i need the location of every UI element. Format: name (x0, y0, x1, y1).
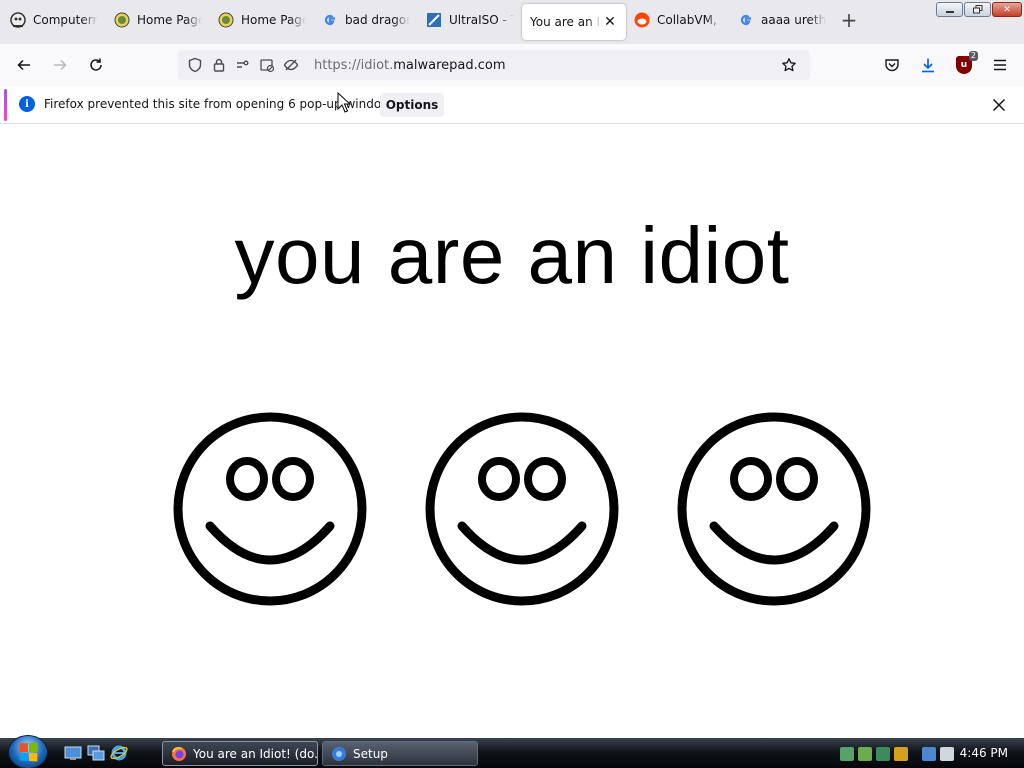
notification-accent (4, 89, 7, 121)
computernewb-icon (10, 12, 26, 28)
smiley-face-icon (677, 412, 871, 606)
taskbar-clock[interactable]: 4:46 PM (960, 746, 1008, 760)
tab-home-page-1[interactable]: Home Page (106, 0, 210, 40)
minimize-button[interactable] (936, 2, 963, 17)
switch-windows-icon[interactable] (86, 743, 106, 763)
tab-bad-dragon[interactable]: bad dragon (314, 0, 418, 40)
lock-icon[interactable] (208, 54, 230, 76)
reload-icon (90, 58, 102, 71)
firefox-icon (172, 746, 186, 761)
show-desktop-icon[interactable] (63, 743, 83, 763)
tab-collabvm[interactable]: CollabVM, a (626, 0, 730, 40)
new-tab-button[interactable]: + (834, 0, 864, 40)
tab-title: Computern (33, 13, 98, 27)
info-icon: i (19, 96, 35, 112)
internet-explorer-icon[interactable] (109, 743, 129, 763)
tray-display-icon[interactable] (922, 747, 936, 761)
tab-title: Home Page (241, 13, 306, 27)
popup-blocked-icon[interactable] (256, 54, 278, 76)
tray-security-icon[interactable] (894, 747, 908, 761)
shield-icon[interactable] (184, 54, 206, 76)
taskbar-button-firefox[interactable]: You are an Idiot! (do... (162, 741, 318, 766)
tray-network-icon[interactable] (840, 747, 854, 761)
options-button[interactable]: Options (380, 93, 444, 117)
ultraiso-icon (426, 12, 442, 28)
smiley-face-icon (425, 412, 619, 606)
windows-logo-icon (19, 742, 38, 762)
hamburger-menu-icon (994, 59, 1006, 71)
home-page-icon (114, 12, 130, 28)
tab-computernewb[interactable]: Computern (2, 0, 106, 40)
tab-title: You are an Id (530, 15, 602, 29)
pocket-icon (885, 59, 899, 72)
navigation-bar: https://idiot.malwarepad.com u 2 (0, 44, 1024, 86)
taskbar-button-setup[interactable]: Setup (322, 741, 478, 766)
tab-close-icon[interactable]: ✕ (602, 14, 618, 30)
forward-button[interactable] (42, 49, 78, 81)
taskbar-button-label: Setup (353, 746, 388, 761)
extension-badge: 2 (968, 51, 978, 61)
reddit-icon (634, 12, 650, 28)
tab-title: UltraISO - T (449, 13, 514, 27)
close-window-button[interactable]: ✕ (992, 2, 1022, 17)
permissions-icon[interactable] (232, 54, 254, 76)
screen: Computern Home Page Home Page bad dragon… (0, 0, 1024, 768)
tab-home-page-2[interactable]: Home Page (210, 0, 314, 40)
url-prefix: https://idiot. (314, 57, 394, 73)
page-content: you are an idiot (0, 125, 1024, 738)
arrow-right-icon (54, 59, 67, 71)
menu-button[interactable] (984, 49, 1016, 81)
tracking-blocked-icon[interactable] (280, 54, 302, 76)
url-bar[interactable]: https://idiot.malwarepad.com (178, 50, 810, 80)
ublock-button[interactable]: u 2 (948, 49, 980, 81)
google-icon (738, 12, 754, 28)
tab-you-are-an-idiot[interactable]: You are an Id ✕ (522, 4, 626, 40)
google-icon (322, 12, 338, 28)
tab-aaaa[interactable]: aaaa urethr (730, 0, 834, 40)
download-icon (922, 58, 934, 73)
window-controls: ✕ (936, 2, 1022, 17)
taskbar-button-label: You are an Idiot! (do... (193, 746, 318, 761)
tab-title: Home Page (137, 13, 202, 27)
reload-button[interactable] (78, 49, 114, 81)
tray-users-icon[interactable] (858, 747, 872, 761)
start-button[interactable] (8, 735, 48, 768)
mouse-cursor-icon (337, 92, 351, 113)
tab-title: bad dragon (345, 13, 410, 27)
tray-sync-icon[interactable] (876, 747, 890, 761)
page-headline: you are an idiot (234, 211, 790, 300)
url-host: malwarepad.com (393, 57, 506, 73)
restore-button[interactable] (964, 2, 991, 17)
url-text[interactable]: https://idiot.malwarepad.com (314, 58, 506, 73)
tab-title: aaaa urethr (761, 13, 826, 27)
tray-volume-muted-icon[interactable] (940, 747, 954, 761)
smiley-face-icon (173, 412, 367, 606)
tab-ultraiso[interactable]: UltraISO - T (418, 0, 522, 40)
downloads-button[interactable] (912, 49, 944, 81)
tab-title: CollabVM, a (657, 13, 722, 27)
tab-strip: Computern Home Page Home Page bad dragon… (0, 0, 1024, 44)
bookmark-star-icon[interactable] (778, 54, 800, 76)
toolbar-right: u 2 (876, 49, 1016, 81)
close-notification-icon[interactable] (988, 94, 1010, 116)
back-button[interactable] (6, 49, 42, 81)
setup-icon (332, 746, 346, 761)
arrow-left-icon (17, 59, 30, 71)
pocket-button[interactable] (876, 49, 908, 81)
home-page-icon (218, 12, 234, 28)
popup-blocked-notification: i Firefox prevented this site from openi… (0, 86, 1024, 124)
